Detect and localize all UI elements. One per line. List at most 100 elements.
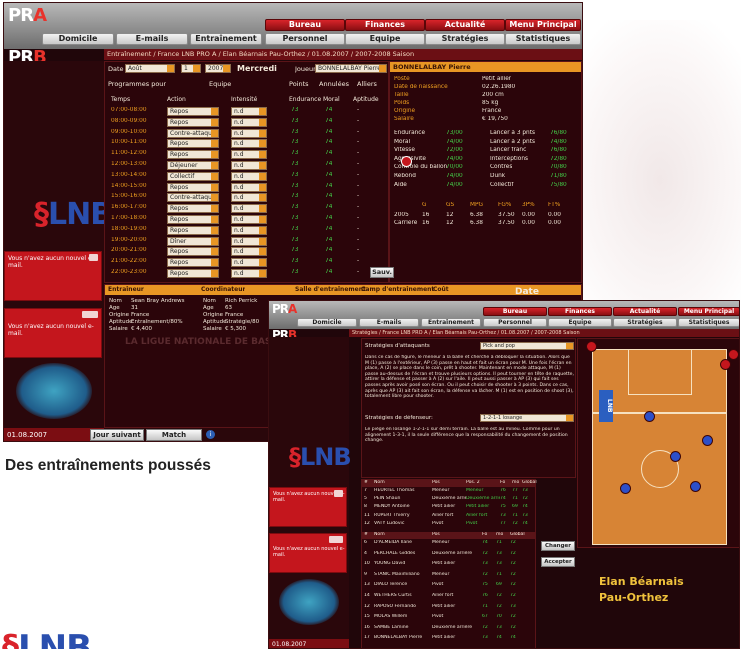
- starter-row[interactable]: 11 RUPERT Thierry Ailier fort Ailier fort 73…: [362, 513, 535, 521]
- starter-row[interactable]: 12 VATY Ludovic Pivot Pivot 77 72 74: [362, 521, 535, 529]
- tab-salle[interactable]: Salle d'entraînement: [295, 285, 366, 295]
- intensity-select[interactable]: n.d: [231, 117, 267, 127]
- nav-entrainement[interactable]: Entraînement: [190, 33, 262, 45]
- defender-dot-2[interactable]: [702, 435, 713, 446]
- intensity-select[interactable]: n.d: [231, 107, 267, 116]
- intensity-select[interactable]: n.d: [231, 247, 267, 257]
- nav-strategies[interactable]: Stratégies: [613, 318, 677, 327]
- intensity-select[interactable]: n.d: [231, 128, 267, 138]
- action-select[interactable]: Repos: [167, 107, 219, 116]
- bench-row[interactable]: 13 DIALO Terence Pivot 75 69 72: [362, 582, 535, 591]
- starter-row[interactable]: 7 HEURTEL Thomas Meneur Meneur 76 77 73: [362, 488, 535, 496]
- intensity-select[interactable]: n.d: [231, 269, 267, 278]
- nav-statistiques[interactable]: Statistiques: [678, 318, 739, 327]
- intensity-select[interactable]: n.d: [231, 236, 267, 246]
- nav-strategies[interactable]: Stratégies: [425, 33, 505, 45]
- attack-select[interactable]: Pick and pop: [480, 342, 574, 350]
- action-select[interactable]: Repos: [167, 139, 219, 149]
- tab-cout[interactable]: Coût: [433, 285, 449, 295]
- mail-box-2[interactable]: Vous n'avez aucun nouvel e-mail.: [269, 533, 347, 573]
- intensity-select[interactable]: n.d: [231, 171, 267, 181]
- action-select[interactable]: Déjeuner: [167, 161, 219, 170]
- nav-actualite[interactable]: Actualité: [613, 307, 677, 316]
- intensity-select[interactable]: n.d: [231, 150, 267, 160]
- starter-row[interactable]: 5PEIN ShaunDeuxième arrièreDeuxième arri…: [362, 496, 535, 504]
- nav-emails[interactable]: E-mails: [116, 33, 188, 45]
- nav-menu-principal[interactable]: Menu Principal: [678, 307, 739, 316]
- action-select[interactable]: Repos: [167, 204, 219, 214]
- nav-domicile[interactable]: Domicile: [42, 33, 114, 45]
- next-match-button[interactable]: Match suivant: [146, 429, 202, 441]
- action-select[interactable]: Repos: [167, 269, 219, 278]
- action-select[interactable]: Repos: [167, 150, 219, 160]
- attacker-dot-3[interactable]: [720, 359, 731, 370]
- action-select[interactable]: Repos: [167, 182, 219, 192]
- option-annulees[interactable]: Annulées: [319, 80, 349, 88]
- option-points[interactable]: Points: [289, 80, 309, 88]
- action-select[interactable]: Contre-attaque: [167, 128, 219, 138]
- nav-statistiques[interactable]: Statistiques: [505, 33, 581, 45]
- nav-finances[interactable]: Finances: [548, 307, 612, 316]
- nav-actualite[interactable]: Actualité: [425, 19, 505, 31]
- nav-bureau[interactable]: Bureau: [483, 307, 547, 316]
- player-select[interactable]: BONNELALBAY Pierre: [315, 64, 387, 73]
- defense-select[interactable]: 1-2-1-1 losange: [480, 414, 574, 422]
- mail-box-1[interactable]: Vous n'avez aucun nouvel e-mail.: [4, 251, 102, 301]
- tab-entraineur[interactable]: Entraîneur: [108, 285, 144, 295]
- intensity-select[interactable]: n.d: [231, 161, 267, 170]
- action-select[interactable]: Repos: [167, 215, 219, 224]
- action-select[interactable]: Repos: [167, 247, 219, 257]
- defender-dot-5[interactable]: [620, 483, 631, 494]
- nav-emails[interactable]: E-mails: [359, 318, 419, 327]
- intensity-select[interactable]: n.d: [231, 225, 267, 235]
- starter-row[interactable]: 8 MENDY Antoine Petit ailier Petit ailier 75…: [362, 504, 535, 512]
- nav-domicile[interactable]: Domicile: [297, 318, 357, 327]
- bench-row[interactable]: 14 WETHERS Curtis Ailier fort 76 72 72: [362, 593, 535, 602]
- action-select[interactable]: Dîner: [167, 236, 219, 246]
- defender-dot-3[interactable]: [670, 451, 681, 462]
- bench-row[interactable]: 12 RAPOSO Fernando Petit ailier 71 72 73: [362, 604, 535, 613]
- accept-button[interactable]: Accepter: [541, 557, 575, 567]
- nav-menu-principal[interactable]: Menu Principal: [505, 19, 581, 31]
- intensity-select[interactable]: n.d: [231, 258, 267, 268]
- nav-equipe[interactable]: Equipe: [345, 33, 425, 45]
- intensity-select[interactable]: n.d: [231, 204, 267, 214]
- attacker-dot-2[interactable]: [728, 349, 739, 360]
- defender-dot-4[interactable]: [690, 481, 701, 492]
- bench-row[interactable]: 6 D'ALMEIDA Ilane Meneur 74 71 72: [362, 540, 535, 549]
- nav-personnel[interactable]: Personnel: [483, 318, 547, 327]
- tab-coordinateur[interactable]: Coordinateur: [201, 285, 245, 295]
- mail-box-1[interactable]: Vous n'avez aucun nouvel e-mail.: [269, 487, 347, 527]
- mail-box-2[interactable]: Vous n'avez aucun nouvel e-mail.: [4, 308, 102, 358]
- nav-finances[interactable]: Finances: [345, 19, 425, 31]
- next-day-button[interactable]: Jour suivant: [90, 429, 144, 441]
- month-select[interactable]: Août: [125, 64, 175, 73]
- bench-row[interactable]: 10 YOUNG David Petit ailier 73 73 72: [362, 561, 535, 570]
- bench-row[interactable]: 4 PERCHALE Giddes Deuxième arrière 72 73 72: [362, 551, 535, 560]
- bench-row[interactable]: 16 SAMBE Lamine Deuxième arrière 72 73 72: [362, 625, 535, 634]
- intensity-select[interactable]: n.d: [231, 182, 267, 192]
- nav-bureau[interactable]: Bureau: [265, 19, 345, 31]
- bench-row[interactable]: 9 STANIC Maximiliano Meneur 72 71 72: [362, 572, 535, 581]
- info-icon[interactable]: i: [206, 430, 215, 439]
- tab-camp[interactable]: Camp d'entraînement: [361, 285, 434, 295]
- programmes-value[interactable]: Equipe: [209, 80, 231, 88]
- nav-personnel[interactable]: Personnel: [265, 33, 345, 45]
- option-alliers[interactable]: Alliers: [357, 80, 377, 88]
- action-select[interactable]: Repos: [167, 117, 219, 127]
- change-button[interactable]: Changer: [541, 541, 575, 551]
- action-select[interactable]: Collectif: [167, 171, 219, 181]
- year-select[interactable]: 2007: [205, 64, 231, 73]
- action-select[interactable]: Repos: [167, 258, 219, 268]
- intensity-select[interactable]: n.d: [231, 139, 267, 149]
- action-select[interactable]: Contre-attaque: [167, 193, 219, 203]
- attacker-dot-1[interactable]: [586, 341, 597, 352]
- defender-dot-1[interactable]: [644, 411, 655, 422]
- bench-row[interactable]: 17 BONNELALBAY Pierre Petit ailier 73 74 74: [362, 635, 535, 644]
- intensity-select[interactable]: n.d: [231, 215, 267, 224]
- nav-entrainement[interactable]: Entraînement: [421, 318, 481, 327]
- nav-equipe[interactable]: Equipe: [548, 318, 612, 327]
- action-select[interactable]: Repos: [167, 225, 219, 235]
- save-button[interactable]: Sauv.: [370, 267, 394, 278]
- bench-row[interactable]: 15 MOLAS Willem Pivot 67 70 72: [362, 614, 535, 623]
